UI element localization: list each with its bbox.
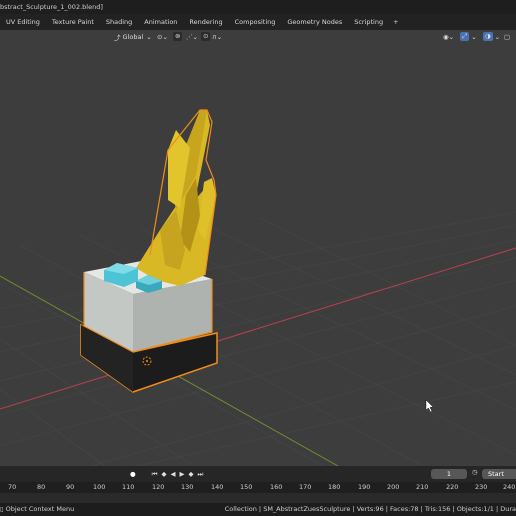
snap-target-dropdown[interactable]: ⋰ ⌄ xyxy=(186,31,198,42)
ruler-tick: 240 xyxy=(503,483,516,491)
playback-controls: ● ⏮ ◆ ◀ ▶ ◆ ⏭ xyxy=(130,468,203,480)
pivot-point-dropdown[interactable]: ⊙ ⌄ xyxy=(157,31,168,42)
ruler-tick: 130 xyxy=(181,483,194,491)
chevron-down-icon: ⌄ xyxy=(471,32,477,41)
tab-texture-paint[interactable]: Texture Paint xyxy=(46,18,100,26)
ruler-tick: 180 xyxy=(328,483,341,491)
ruler-tick: 150 xyxy=(240,483,253,491)
overlays-icon: ◑ xyxy=(483,32,493,41)
jump-start-icon[interactable]: ⏮ xyxy=(152,470,158,479)
mouse-icon: ▯ xyxy=(0,505,4,513)
gizmo-toggle[interactable]: ⤢ ⌄ xyxy=(460,31,477,42)
ruler-tick: 170 xyxy=(299,483,312,491)
visibility-dropdown[interactable]: ◉ ⌄ xyxy=(443,31,454,42)
tab-uv-editing[interactable]: UV Editing xyxy=(0,18,46,26)
ruler-tick: 100 xyxy=(93,483,106,491)
sculpture-lightning[interactable] xyxy=(136,109,217,286)
keyframe-dot-icon[interactable]: ● xyxy=(130,470,136,478)
scene-statistics: Collection | SM_AbstractZuesSculpture | … xyxy=(224,505,516,513)
window-title-bar: bstract_Sculpture_1_002.blend] xyxy=(0,0,516,14)
viewport-scene xyxy=(0,109,516,466)
tab-shading[interactable]: Shading xyxy=(100,18,138,26)
ruler-tick: 230 xyxy=(475,483,488,491)
proportional-edit-icon: ⊙ xyxy=(201,32,211,41)
floor-grid xyxy=(0,211,516,466)
prev-keyframe-icon[interactable]: ◆ xyxy=(162,470,167,478)
xray-icon: ▢ xyxy=(504,32,511,41)
current-frame-field[interactable]: 1 xyxy=(431,469,467,479)
ruler-tick: 140 xyxy=(211,483,224,491)
clock-icon[interactable]: ◷ xyxy=(472,468,478,476)
orientation-icon: ⤴ xyxy=(114,33,121,42)
chevron-down-icon: ⌄ xyxy=(216,32,223,41)
snap-icon: ⊚ xyxy=(173,32,183,41)
play-icon[interactable]: ▶ xyxy=(180,470,185,478)
tab-animation[interactable]: Animation xyxy=(138,18,183,26)
ruler-tick: 210 xyxy=(416,483,429,491)
gizmo-icon: ⤢ xyxy=(460,32,470,41)
chevron-down-icon: ⌄ xyxy=(162,32,168,41)
ruler-tick: 80 xyxy=(37,483,46,491)
3d-viewport[interactable]: ⤴ Global ⌄ ⊙ ⌄ ⊚ ⋰ ⌄ ⊙ ∩ ⌄ ◉ ⌄ ⤢ ⌄ ◑ ⌄ ▢ xyxy=(0,30,516,466)
tab-scripting[interactable]: Scripting xyxy=(348,18,389,26)
play-reverse-icon[interactable]: ◀ xyxy=(171,470,176,478)
x-axis-line xyxy=(0,247,516,410)
start-frame-field[interactable]: Start xyxy=(482,469,516,479)
ruler-tick: 70 xyxy=(8,483,17,491)
ruler-tick: 200 xyxy=(387,483,400,491)
snap-toggle[interactable]: ⊚ xyxy=(173,31,184,42)
status-bar: ▯ Object Context Menu Collection | SM_Abs… xyxy=(0,503,516,516)
chevron-down-icon: ⌄ xyxy=(448,32,455,41)
add-workspace-button[interactable]: + xyxy=(389,18,402,26)
ruler-tick: 220 xyxy=(446,483,459,491)
ruler-tick: 190 xyxy=(358,483,371,491)
transform-orientation-dropdown[interactable]: ⤴ Global ⌄ xyxy=(114,31,152,42)
chevron-down-icon: ⌄ xyxy=(146,32,152,41)
proportional-edit-toggle[interactable]: ⊙ xyxy=(201,31,212,42)
overlays-toggle[interactable]: ◑ ⌄ xyxy=(483,31,500,42)
window-title: bstract_Sculpture_1_002.blend] xyxy=(0,3,103,11)
frame-ruler[interactable]: 70 80 90 100 110 120 130 140 150 160 170… xyxy=(0,482,516,493)
jump-end-icon[interactable]: ⏭ xyxy=(198,470,204,479)
chevron-down-icon: ⌄ xyxy=(192,32,198,41)
tab-geometry-nodes[interactable]: Geometry Nodes xyxy=(281,18,348,26)
falloff-dropdown[interactable]: ∩ ⌄ xyxy=(212,31,222,42)
ruler-tick: 160 xyxy=(270,483,283,491)
tab-rendering[interactable]: Rendering xyxy=(183,18,228,26)
chevron-down-icon: ⌄ xyxy=(494,32,501,41)
tab-compositing[interactable]: Compositing xyxy=(229,18,282,26)
ruler-tick: 90 xyxy=(66,483,75,491)
ruler-tick: 120 xyxy=(152,483,165,491)
ruler-tick: 110 xyxy=(122,483,135,491)
workspace-tab-bar: UV Editing Texture Paint Shading Animati… xyxy=(0,14,516,30)
status-mode-hint: ▯ Object Context Menu xyxy=(0,505,75,513)
xray-toggle[interactable]: ▢ xyxy=(504,31,510,42)
timeline-track-area[interactable] xyxy=(0,493,516,503)
next-keyframe-icon[interactable]: ◆ xyxy=(189,470,194,478)
